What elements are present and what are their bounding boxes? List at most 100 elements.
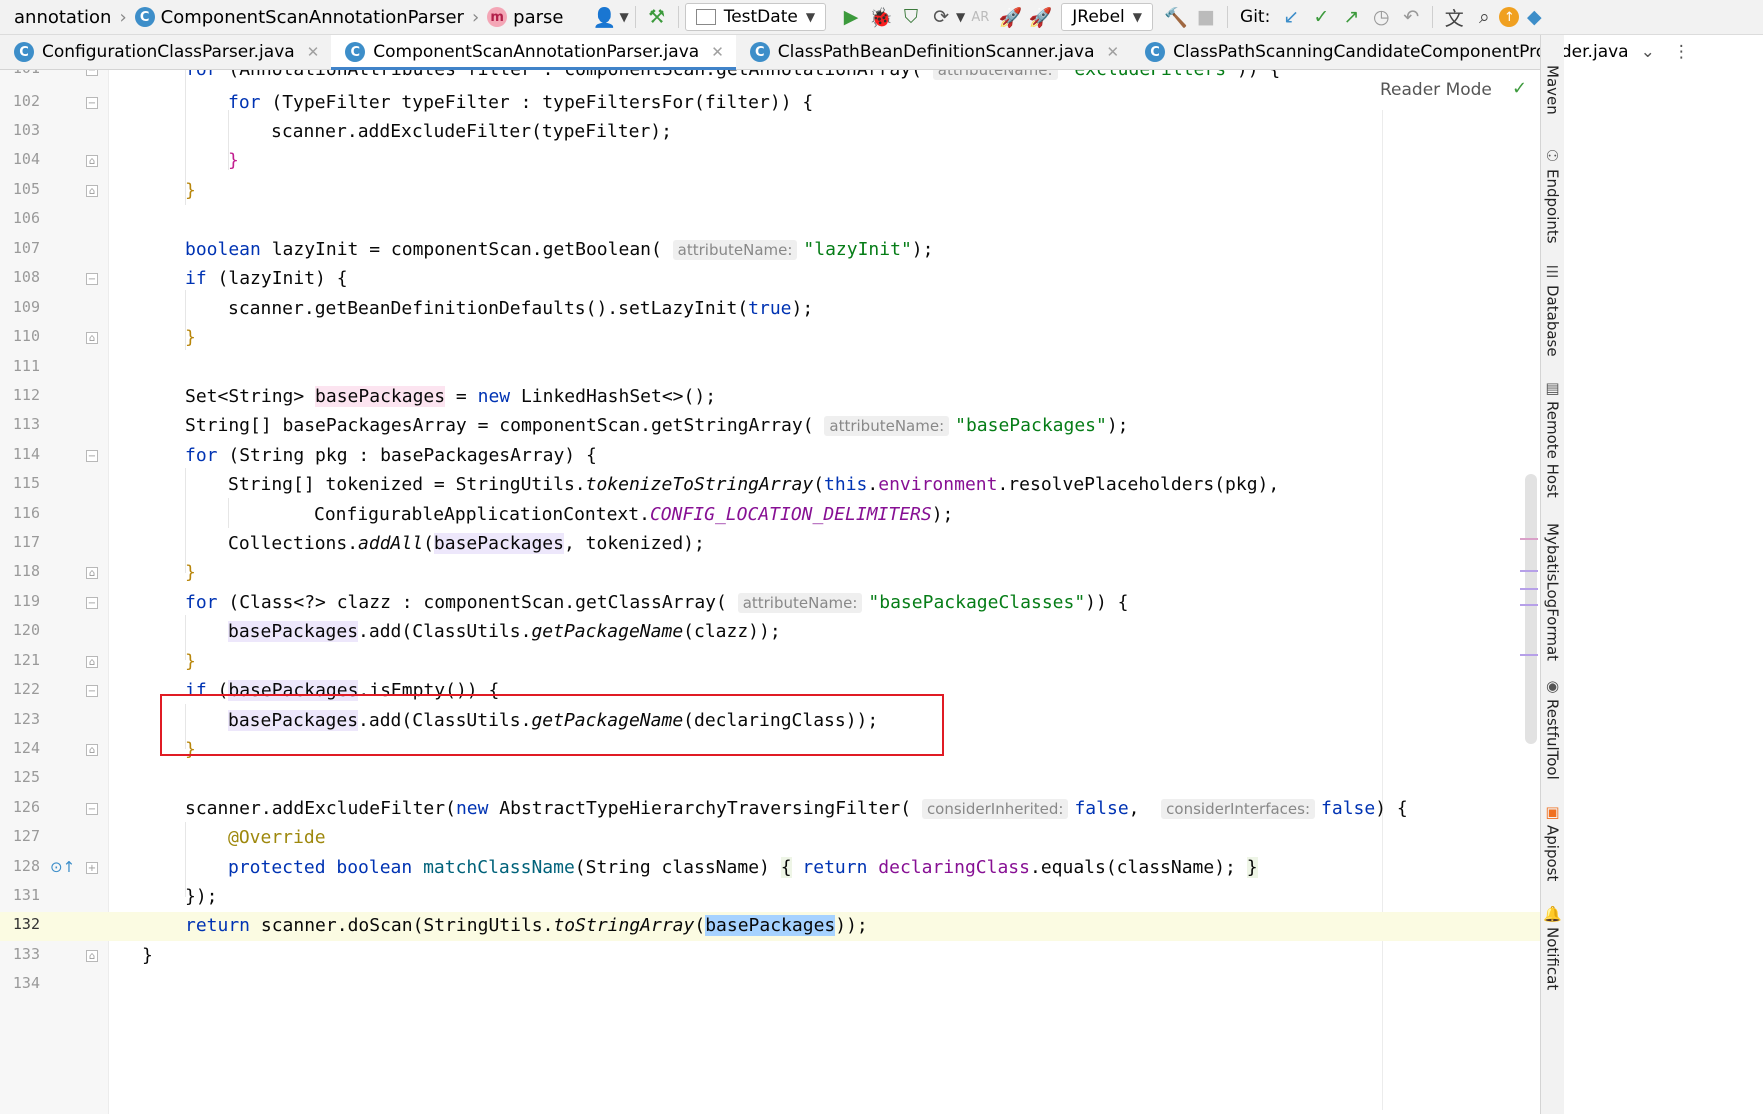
jrebel-run-icon[interactable]: 🚀 — [995, 2, 1025, 32]
error-stripe-marker[interactable] — [1520, 654, 1538, 656]
tool-label: Maven — [1543, 65, 1562, 115]
history-icon[interactable]: ◷ — [1366, 2, 1396, 32]
tabs-actions: ⌄ ⋮ — [1641, 35, 1704, 69]
tool-apipost[interactable]: ▣ Apipost — [1541, 803, 1564, 881]
toolbar-divider — [1227, 6, 1229, 28]
tool-database[interactable]: ☰ Database — [1541, 263, 1564, 357]
breadcrumb-item-method[interactable]: m parse — [483, 7, 567, 28]
tool-endpoints[interactable]: ⚇ Endpoints — [1541, 147, 1564, 244]
code-line: 126 − scanner.addExcludeFilter(new Abstr… — [0, 795, 1540, 824]
line-number: 108 — [12, 268, 40, 286]
fold-marker[interactable]: − — [86, 97, 98, 109]
tool-notifications[interactable]: 🔔 Notificat — [1541, 905, 1564, 990]
fold-marker[interactable]: ⌂ — [86, 656, 98, 668]
tab-classpath-bean-definition-scanner[interactable]: C ClassPathBeanDefinitionScanner.java ✕ — [736, 35, 1131, 69]
tool-remote-host[interactable]: ▤ Remote Host — [1541, 379, 1564, 498]
debug-icon[interactable]: 🐞 — [866, 2, 896, 32]
build-hammer-icon[interactable]: ⚒ — [642, 2, 672, 32]
class-icon: C — [749, 42, 770, 62]
fold-marker[interactable]: ⌂ — [86, 567, 98, 579]
search-icon[interactable]: ⌕ — [1469, 2, 1499, 32]
run-config-select[interactable]: TestDate ▼ — [684, 3, 827, 31]
close-icon[interactable]: ✕ — [307, 43, 320, 61]
tool-maven[interactable]: Maven — [1541, 65, 1564, 115]
hammer-disabled-icon[interactable]: 🔨 — [1161, 2, 1191, 32]
code-text: scanner.addExcludeFilter(new AbstractTyp… — [185, 798, 1408, 819]
code-text: } — [185, 562, 196, 583]
user-profile-icon[interactable]: 👤 — [589, 2, 619, 32]
code-text: for (Class<?> clazz : componentScan.getC… — [185, 592, 1129, 613]
chevron-down-icon: ▼ — [805, 10, 816, 24]
fold-marker[interactable]: − — [86, 450, 98, 462]
ar-icon[interactable]: AR — [965, 2, 995, 32]
error-stripe-marker[interactable] — [1520, 604, 1538, 606]
line-number: 115 — [12, 474, 40, 492]
tab-configuration-class-parser[interactable]: C ConfigurationClassParser.java ✕ — [0, 35, 331, 69]
translate-icon[interactable]: 文 — [1439, 2, 1469, 32]
close-icon[interactable]: ✕ — [1106, 43, 1119, 61]
jrebel-debug-icon[interactable]: 🚀 — [1025, 2, 1055, 32]
code-text: String[] basePackagesArray = componentSc… — [185, 415, 1129, 436]
code-text: if (lazyInit) { — [185, 268, 348, 289]
tool-label: Remote Host — [1543, 401, 1562, 498]
breadcrumb-item-package[interactable]: annotation — [0, 7, 115, 28]
stop-icon[interactable]: ■ — [1191, 2, 1221, 32]
tab-classpath-scanning-candidate-component-provider[interactable]: C ClassPathScanningCandidateComponentPro… — [1131, 35, 1641, 69]
profiler-icon[interactable]: ⟳ — [926, 2, 956, 32]
chevron-down-icon[interactable]: ▼ — [956, 10, 965, 24]
code-text: protected boolean matchClassName(String … — [228, 857, 1258, 878]
error-stripe-marker[interactable] — [1520, 588, 1538, 590]
line-number: 103 — [12, 121, 40, 139]
line-number: 104 — [12, 150, 40, 168]
more-vertical-icon[interactable]: ⋮ — [1673, 42, 1690, 62]
code-text: } — [185, 180, 196, 201]
line-number: 117 — [12, 533, 40, 551]
override-method-icon[interactable]: ⊙↑ — [50, 858, 75, 876]
tool-mybatis-log-format[interactable]: MybatisLogFormat — [1541, 523, 1564, 661]
breadcrumb-item-class[interactable]: C ComponentScanAnnotationParser — [131, 7, 468, 28]
line-number: 131 — [12, 886, 40, 904]
fold-marker[interactable]: ⌂ — [86, 185, 98, 197]
toolbar-divider — [634, 6, 636, 28]
fold-marker[interactable]: ⌂ — [86, 744, 98, 756]
tab-label: ClassPathBeanDefinitionScanner.java — [777, 42, 1095, 62]
git-push-icon[interactable]: ↗ — [1336, 2, 1366, 32]
toolbar-divider — [677, 6, 679, 28]
error-stripe-marker[interactable] — [1520, 570, 1538, 572]
line-number: 127 — [12, 827, 40, 845]
code-line: 121 ⌂ } — [0, 648, 1540, 677]
code-line: 103 scanner.addExcludeFilter(typeFilter)… — [0, 118, 1540, 147]
fold-marker[interactable]: ⌂ — [86, 155, 98, 167]
code-line: 120 basePackages.add(ClassUtils.getPacka… — [0, 618, 1540, 647]
coverage-icon[interactable]: ⛉ — [896, 2, 926, 32]
chevron-down-icon[interactable]: ▼ — [619, 10, 628, 24]
error-stripe-marker[interactable] — [1520, 538, 1538, 540]
fold-marker[interactable]: − — [86, 685, 98, 697]
chevron-down-icon[interactable]: ⌄ — [1641, 42, 1655, 62]
fold-marker[interactable]: ⌂ — [86, 950, 98, 962]
line-number: 120 — [12, 621, 40, 639]
git-commit-icon[interactable]: ✓ — [1306, 2, 1336, 32]
code-text: Collections.addAll(basePackages, tokeniz… — [228, 533, 705, 554]
code-editor[interactable]: Reader Mode ✓ 101 − for (AnnotationAttri… — [0, 70, 1540, 1114]
fold-marker[interactable]: − — [86, 803, 98, 815]
line-number: 107 — [12, 239, 40, 257]
line-number: 119 — [12, 592, 40, 610]
jrebel-select[interactable]: JRebel ▼ — [1061, 3, 1154, 31]
run-icon[interactable]: ▶ — [836, 2, 866, 32]
fold-marker[interactable]: − — [86, 70, 98, 76]
git-update-icon[interactable]: ↙ — [1276, 2, 1306, 32]
vertical-scrollbar[interactable] — [1525, 474, 1537, 744]
fold-marker[interactable]: − — [86, 597, 98, 609]
code-line: 114 − for (String pkg : basePackagesArra… — [0, 442, 1540, 471]
tool-restful-tool[interactable]: ◉ RestfulTool — [1541, 677, 1564, 780]
fold-marker[interactable]: ⌂ — [86, 332, 98, 344]
rollback-icon[interactable]: ↶ — [1396, 2, 1426, 32]
code-text: } — [228, 150, 239, 171]
plugin-icon[interactable]: ◆ — [1519, 2, 1549, 32]
update-icon[interactable]: ↑ — [1499, 7, 1520, 27]
close-icon[interactable]: ✕ — [711, 43, 724, 61]
fold-marker[interactable]: − — [86, 273, 98, 285]
fold-marker[interactable]: + — [86, 862, 98, 874]
tab-component-scan-annotation-parser[interactable]: C ComponentScanAnnotationParser.java ✕ — [331, 35, 736, 70]
